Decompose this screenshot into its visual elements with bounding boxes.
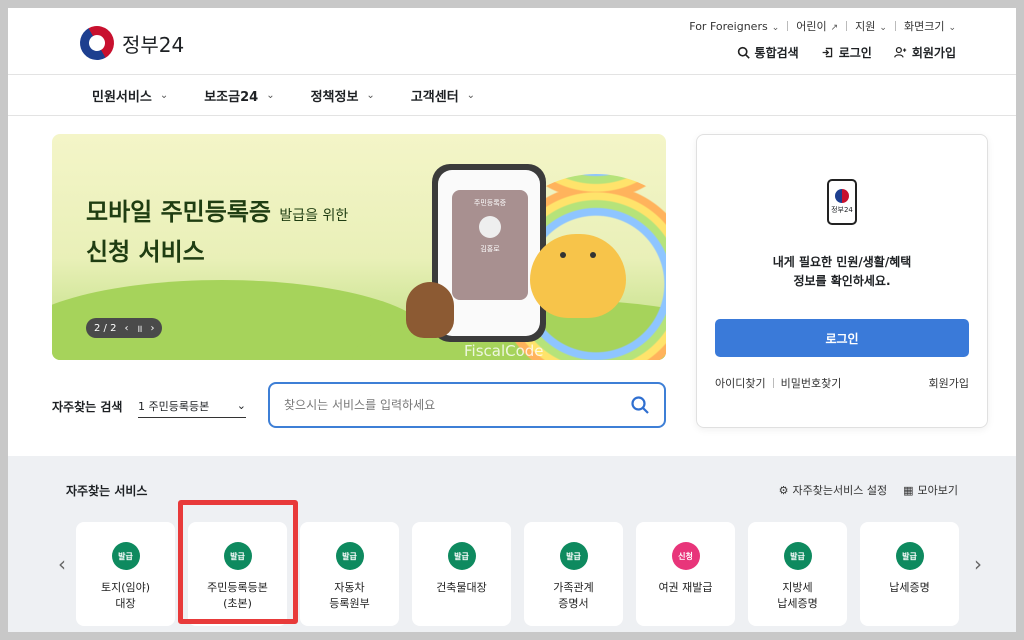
login-button[interactable]: 로그인 [715,319,969,357]
login-panel: 정부24 내게 필요한 민원/생활/혜택 정보를 확인하세요. 로그인 아이디찾… [696,134,988,428]
search-icon[interactable] [630,395,650,415]
squirrel-mascot-illustration [530,234,626,318]
user-add-icon [894,47,907,58]
page-frame: 정부24 For Foreigners ⌄ 어린이 ↗ 지원 ⌄ 화면크기 ⌄ 통합검색… [8,8,1016,632]
service-badge: 발급 [783,542,812,570]
site-logo[interactable]: 정부24 [73,19,185,67]
nav-item-subsidy24[interactable]: 보조금24 ⌄ [204,86,274,105]
header-actions: 통합검색 로그인 회원가입 [737,44,956,61]
view-all-button[interactable]: ▦ 모아보기 [903,482,958,498]
frequent-search-label: 자주찾는 검색 [52,400,123,414]
banner-title: 모바일 주민등록증 발급을 위한 신청 서비스 [86,198,349,266]
nav-item-customer-center[interactable]: 고객센터 ⌄ [411,86,475,105]
service-badge: 발급 [111,542,140,570]
chevron-down-icon: ⌄ [466,89,476,101]
service-card[interactable]: 발급가족관계 증명서 [524,522,623,626]
login-icon [822,47,832,58]
gear-icon: ⚙ [778,483,789,497]
login-links: 아이디찾기 비밀번호찾기 회원가입 [715,375,969,391]
logo-text: 정부24 [122,32,185,57]
frequent-services-section: 자주찾는 서비스 ⚙ 자주찾는서비스 설정 ▦ 모아보기 ‹ › 발급토지(임야) … [8,456,1016,632]
service-card[interactable]: 발급건축물대장 [412,522,511,626]
watermark: FiscalCode [464,342,544,360]
search-input[interactable] [284,398,630,412]
service-card[interactable]: 발급납세증명 [860,522,959,626]
service-settings-button[interactable]: ⚙ 자주찾는서비스 설정 [779,482,887,498]
frequent-search-select[interactable]: 1 주민등록등본 ⌄ [138,394,246,418]
chevron-down-icon: ⌄ [366,89,375,101]
id-card-illustration: 주민등록증 김홍로 [452,190,528,300]
chevron-down-icon: ⌄ [879,23,887,33]
service-card[interactable]: 발급지방세 납세증명 [748,522,847,626]
chevron-down-icon: ⌄ [266,89,275,101]
main-nav: 민원서비스 ⌄ 보조금24 ⌄ 정책정보 ⌄ 고객센터 ⌄ [8,74,1016,116]
service-label: 건축물대장 [436,581,487,594]
login-link[interactable]: 로그인 [821,44,872,61]
find-password-link[interactable]: 비밀번호찾기 [781,375,842,391]
screen-size-menu[interactable]: 화면크기 ⌄ [904,18,956,34]
service-label: 여권 재발급 [658,581,713,594]
service-label: 납세증명 [889,581,930,594]
carousel-next-button[interactable]: › [974,552,982,576]
kids-link[interactable]: 어린이 ↗ [796,18,838,34]
service-label: 가족관계 증명서 [553,581,594,610]
pager-count: 2 / 2 [94,322,117,334]
service-label: 토지(임야) 대장 [100,581,151,610]
search-box [268,382,666,428]
for-foreigners-link[interactable]: For Foreigners ⌄ [689,20,779,33]
service-label: 지방세 납세증명 [777,581,818,610]
government-emblem-icon [73,19,121,67]
pause-icon[interactable]: ॥ [136,321,142,335]
search-icon [737,46,750,59]
prev-icon[interactable]: ‹ [124,323,128,334]
chevron-down-icon: ⌄ [771,22,780,33]
service-card[interactable]: 발급토지(임야) 대장 [76,522,175,626]
section-title: 자주찾는 서비스 [66,484,148,498]
signup-link[interactable]: 회원가입 [894,44,956,61]
integrated-search-button[interactable]: 통합검색 [737,44,799,61]
service-card[interactable]: 신청여권 재발급 [636,522,735,626]
chevron-down-icon: ⌄ [236,399,246,412]
next-icon[interactable]: › [150,323,154,334]
service-label: 자동차 등록원부 [329,581,370,610]
login-message: 내게 필요한 민원/생활/혜택 정보를 확인하세요. [772,255,912,288]
avatar-icon [479,216,501,238]
support-menu[interactable]: 지원 ⌄ [855,18,887,34]
chevron-down-icon: ⌄ [159,89,169,101]
service-badge: 발급 [335,542,364,570]
banner-pager[interactable]: 2 / 2 ‹ ॥ › [86,318,163,338]
service-badge: 발급 [559,542,588,570]
nav-item-policy-info[interactable]: 정책정보 ⌄ [311,86,375,105]
utility-menu: For Foreigners ⌄ 어린이 ↗ 지원 ⌄ 화면크기 ⌄ [689,18,956,34]
service-badge: 신청 [671,542,700,570]
service-badge: 발급 [895,542,924,570]
join-link[interactable]: 회원가입 [929,375,969,391]
external-link-icon: ↗ [830,23,839,33]
carousel-prev-button[interactable]: ‹ [58,552,66,576]
service-badge: 발급 [447,542,476,570]
section-tools: ⚙ 자주찾는서비스 설정 ▦ 모아보기 [779,482,958,498]
service-card[interactable]: 발급자동차 등록원부 [300,522,399,626]
owl-mascot-illustration [406,282,454,338]
promo-banner[interactable]: 모바일 주민등록증 발급을 위한 신청 서비스 주민등록증 김홍로 2 / 2 … [52,134,666,360]
chevron-down-icon: ⌄ [948,23,956,33]
highlight-box [178,500,298,624]
mobile-id-icon: 정부24 [827,179,857,225]
nav-item-civil-services[interactable]: 민원서비스 ⌄ [92,86,168,105]
find-id-link[interactable]: 아이디찾기 [715,375,766,391]
grid-icon: ▦ [903,483,914,497]
